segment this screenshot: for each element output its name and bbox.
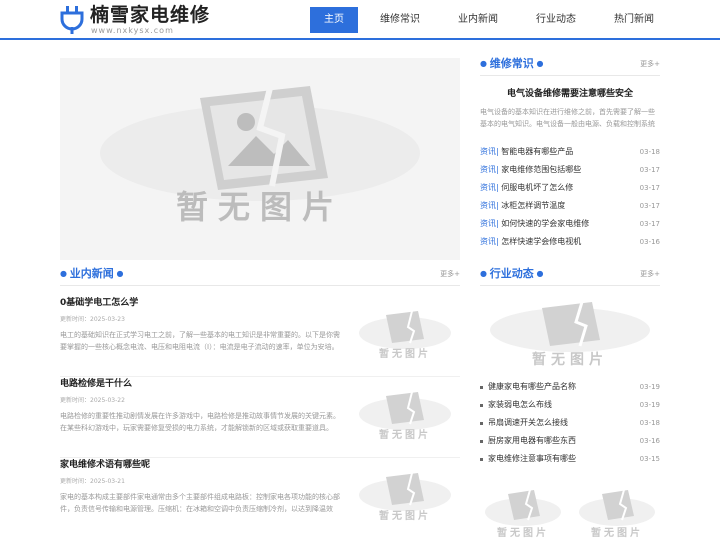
main-nav: 主页 维修常识 业内新闻 行业动态 热门新闻 bbox=[310, 7, 684, 33]
svg-text:暂无图片: 暂无图片 bbox=[379, 509, 431, 522]
no-image-icon: 暂无图片 bbox=[490, 301, 650, 368]
list-item[interactable]: 资讯| 家电维修范围包括哪些 03-17 bbox=[480, 161, 660, 179]
industry-section-header: ● 行业动态 ● 更多+ bbox=[480, 266, 660, 286]
news-item[interactable]: 电路检修是干什么 更新时间：2025-03-22 电路检修的重要性推动剧情发展在… bbox=[60, 378, 460, 458]
news-section-header: ● 业内新闻 ● 更多+ bbox=[60, 266, 460, 286]
no-image-icon: 暂无图片 bbox=[359, 472, 451, 522]
news-thumbnail-placeholder[interactable]: 暂无图片 bbox=[350, 305, 460, 363]
list-item[interactable]: 家装弱电怎么布线 03-19 bbox=[480, 396, 660, 414]
bullet-icon: ● bbox=[480, 269, 490, 278]
svg-text:暂无图片: 暂无图片 bbox=[379, 428, 431, 441]
news-item-meta: 更新时间：2025-03-23 bbox=[60, 316, 125, 323]
nav-item-home[interactable]: 主页 bbox=[310, 7, 358, 33]
repair-section-title: 维修常识 bbox=[489, 57, 534, 70]
divider bbox=[60, 457, 460, 458]
logo-subtitle: www.nxkysx.com bbox=[91, 26, 174, 35]
no-image-icon: 暂无图片 bbox=[359, 391, 451, 441]
news-item-desc: 家电的基本构成主要部件家电通常由多个主要部件组成电路板：控制家电各项功能的核心部… bbox=[60, 493, 340, 513]
news-thumbnail-placeholder[interactable]: 暂无图片 bbox=[350, 386, 460, 444]
news-item[interactable]: 0基础学电工怎么学 更新时间：2025-03-23 电工的基础知识在正式学习电工… bbox=[60, 297, 460, 377]
news-item-meta: 更新时间：2025-03-22 bbox=[60, 397, 125, 404]
nav-item-industry-trends[interactable]: 行业动态 bbox=[528, 7, 584, 33]
news-item-title[interactable]: 电路检修是干什么 bbox=[60, 378, 132, 390]
bullet-icon: ● bbox=[533, 59, 544, 68]
news-thumbnail-placeholder[interactable]: 暂无图片 bbox=[350, 467, 460, 525]
nav-item-repair-tips[interactable]: 维修常识 bbox=[372, 7, 428, 33]
news-item-desc: 电路检修的重要性推动剧情发展在许多游戏中，电路检修是推动故事情节发展的关键元素。… bbox=[60, 412, 340, 432]
svg-text:暂无图片: 暂无图片 bbox=[497, 526, 549, 539]
repair-list: 资讯| 智能电器有哪些产品 03-18 资讯| 家电维修范围包括哪些 03-17 资… bbox=[480, 143, 660, 251]
svg-text:暂无图片: 暂无图片 bbox=[591, 526, 643, 539]
featured-article-desc: 电气设备的基本知识在进行维修之前，首先需要了解一些基本的电气知识。电气设备一般由… bbox=[480, 108, 655, 128]
site-logo[interactable]: 楠雪家电维修 www.nxkysx.com bbox=[60, 4, 220, 36]
plug-icon bbox=[60, 6, 84, 34]
bullet-icon: ● bbox=[533, 269, 544, 278]
news-item-title[interactable]: 0基础学电工怎么学 bbox=[60, 297, 138, 309]
list-item[interactable]: 资讯| 智能电器有哪些产品 03-18 bbox=[480, 143, 660, 161]
news-item-desc: 电工的基础知识在正式学习电工之前，了解一些基本的电工知识是非常重要的。以下是你需… bbox=[60, 331, 340, 351]
repair-section-header: ● 维修常识 ● 更多+ bbox=[480, 56, 660, 76]
svg-text:暂无图片: 暂无图片 bbox=[379, 347, 431, 360]
nav-item-industry-news[interactable]: 业内新闻 bbox=[450, 7, 506, 33]
list-item[interactable]: 家电维修注意事项有哪些 03-15 bbox=[480, 450, 660, 468]
industry-section-title: 行业动态 bbox=[489, 267, 534, 280]
divider bbox=[60, 376, 460, 377]
logo-title: 楠雪家电维修 bbox=[90, 4, 211, 26]
nav-item-hot-news[interactable]: 热门新闻 bbox=[606, 7, 662, 33]
news-item-title[interactable]: 家电维修术语有哪些呢 bbox=[60, 459, 150, 471]
list-item[interactable]: 资讯| 怎样快速学会修电视机 03-16 bbox=[480, 233, 660, 251]
featured-article-title[interactable]: 电气设备维修需要注意哪些安全 bbox=[480, 88, 660, 100]
no-image-icon: 暂无图片 bbox=[579, 489, 655, 539]
no-image-text: 暂无图片 bbox=[176, 188, 344, 226]
list-item[interactable]: 吊扇调速开关怎么接线 03-18 bbox=[480, 414, 660, 432]
list-item[interactable]: 健康家电有哪些产品名称 03-19 bbox=[480, 378, 660, 396]
thumbnail-placeholder[interactable]: 暂无图片 bbox=[574, 486, 660, 540]
no-image-icon: 暂无图片 bbox=[485, 489, 561, 539]
site-header: 楠雪家电维修 www.nxkysx.com 主页 维修常识 业内新闻 行业动态 … bbox=[0, 0, 720, 40]
list-item[interactable]: 资讯| 伺服电机坏了怎么修 03-17 bbox=[480, 179, 660, 197]
industry-more-link[interactable]: 更多+ bbox=[640, 269, 660, 279]
news-item-meta: 更新时间：2025-03-21 bbox=[60, 478, 125, 485]
news-item[interactable]: 家电维修术语有哪些呢 更新时间：2025-03-21 家电的基本构成主要部件家电… bbox=[60, 459, 460, 539]
no-image-icon: 暂无图片 bbox=[100, 86, 420, 226]
list-item[interactable]: 厨房家用电器有哪些东西 03-16 bbox=[480, 432, 660, 450]
list-item[interactable]: 资讯| 冰柜怎样调节温度 03-17 bbox=[480, 197, 660, 215]
banner-image-placeholder[interactable]: 暂无图片 bbox=[60, 58, 460, 260]
industry-image-placeholder[interactable]: 暂无图片 bbox=[480, 296, 660, 370]
list-item[interactable]: 资讯| 如何快速的学会家电维修 03-17 bbox=[480, 215, 660, 233]
bullet-icon: ● bbox=[480, 59, 490, 68]
repair-more-link[interactable]: 更多+ bbox=[640, 59, 660, 69]
bullet-icon: ● bbox=[60, 269, 70, 278]
news-section-title: 业内新闻 bbox=[69, 267, 114, 280]
no-image-icon: 暂无图片 bbox=[359, 310, 451, 360]
svg-text:暂无图片: 暂无图片 bbox=[532, 351, 608, 368]
industry-list: 健康家电有哪些产品名称 03-19 家装弱电怎么布线 03-19 吊扇调速开关怎么接… bbox=[480, 378, 660, 468]
news-more-link[interactable]: 更多+ bbox=[440, 269, 460, 279]
thumbnail-placeholder[interactable]: 暂无图片 bbox=[480, 486, 566, 540]
bullet-icon: ● bbox=[113, 269, 124, 278]
